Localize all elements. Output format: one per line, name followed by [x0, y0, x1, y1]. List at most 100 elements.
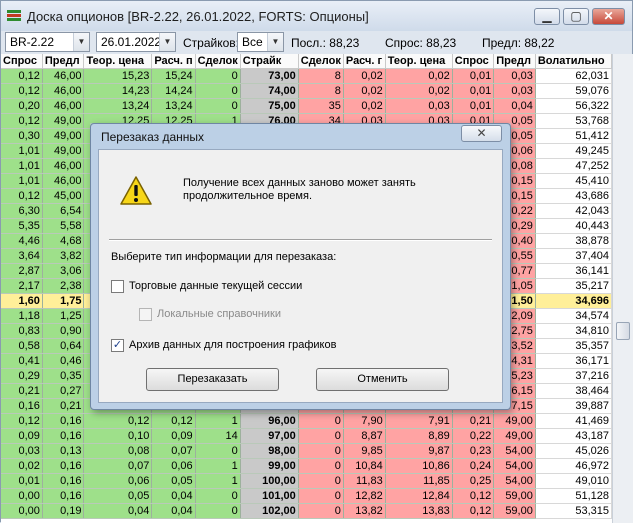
table-cell[interactable]: 0,21 [452, 413, 495, 429]
table-cell[interactable]: 42,043 [535, 203, 612, 219]
table-cell[interactable]: 54,00 [493, 458, 536, 474]
table-cell[interactable]: 8,89 [385, 428, 453, 444]
table-cell[interactable]: 99,00 [240, 458, 299, 474]
table-cell[interactable]: 0,20 [1, 98, 43, 114]
table-cell[interactable]: 9,87 [385, 443, 453, 459]
session-data-label[interactable]: Торговые данные текущей сессии [129, 280, 302, 292]
table-cell[interactable]: 0,03 [1, 443, 43, 459]
table-cell[interactable]: 59,00 [493, 503, 536, 519]
table-cell[interactable]: 0,16 [42, 488, 85, 504]
table-cell[interactable]: 8,87 [343, 428, 386, 444]
table-cell[interactable]: 0,07 [151, 443, 196, 459]
table-cell[interactable]: 0,35 [42, 368, 85, 384]
table-cell[interactable]: 1 [195, 458, 241, 474]
table-cell[interactable]: 0 [298, 503, 344, 519]
table-cell[interactable]: 0 [195, 488, 241, 504]
table-cell[interactable]: 5,35 [1, 218, 43, 234]
close-button[interactable]: ✕ [592, 8, 625, 25]
table-cell[interactable]: 0,02 [343, 83, 386, 99]
table-cell[interactable]: 43,187 [535, 428, 612, 444]
table-cell[interactable]: 40,443 [535, 218, 612, 234]
table-cell[interactable]: 0,16 [42, 458, 85, 474]
table-cell[interactable]: 35,217 [535, 278, 612, 294]
session-data-checkbox[interactable] [111, 280, 124, 293]
table-cell[interactable]: 3,06 [42, 263, 85, 279]
column-header[interactable]: Расч. г [343, 54, 386, 69]
redownload-button[interactable]: Перезаказать [146, 368, 279, 391]
table-cell[interactable]: 0,02 [343, 98, 386, 114]
table-cell[interactable]: 4,68 [42, 233, 85, 249]
table-cell[interactable]: 7,90 [343, 413, 386, 429]
table-cell[interactable]: 49,00 [493, 413, 536, 429]
column-header[interactable]: Теор. цена [83, 54, 153, 69]
table-cell[interactable]: 59,00 [493, 488, 536, 504]
minimize-button[interactable]: ▁ [534, 8, 560, 25]
table-cell[interactable]: 0,04 [83, 503, 153, 519]
table-cell[interactable]: 0,04 [151, 488, 196, 504]
table-cell[interactable]: 6,30 [1, 203, 43, 219]
table-cell[interactable]: 13,82 [343, 503, 386, 519]
table-cell[interactable]: 98,00 [240, 443, 299, 459]
table-cell[interactable]: 0,12 [1, 413, 43, 429]
table-cell[interactable]: 0 [298, 488, 344, 504]
table-cell[interactable]: 10,84 [343, 458, 386, 474]
column-header[interactable]: Спрос [1, 54, 43, 69]
maximize-button[interactable]: ▢ [563, 8, 589, 25]
dialog-close-button[interactable]: ✕ [461, 125, 502, 142]
table-cell[interactable]: 0,01 [452, 98, 495, 114]
table-cell[interactable]: 41,469 [535, 413, 612, 429]
column-header[interactable]: Сделок [298, 54, 344, 69]
table-cell[interactable]: 3,64 [1, 248, 43, 264]
table-cell[interactable]: 37,404 [535, 248, 612, 264]
table-cell[interactable]: 0,16 [42, 413, 85, 429]
table-cell[interactable]: 0,06 [83, 473, 153, 489]
table-cell[interactable]: 2,17 [1, 278, 43, 294]
table-row[interactable]: 0,03 0,13 0,08 0,07 0 98,00 0 9,85 9,87 0,23 54,00… [1, 443, 612, 459]
table-cell[interactable]: 1,25 [42, 308, 85, 324]
column-header[interactable]: Спрос [452, 54, 495, 69]
table-cell[interactable]: 1,01 [1, 143, 43, 159]
table-cell[interactable]: 0,03 [493, 68, 536, 84]
table-cell[interactable]: 0,01 [452, 68, 495, 84]
table-cell[interactable]: 1,01 [1, 158, 43, 174]
table-cell[interactable]: 0,24 [452, 458, 495, 474]
table-cell[interactable]: 14,23 [83, 83, 153, 99]
table-cell[interactable]: 8 [298, 68, 344, 84]
table-cell[interactable]: 0,30 [1, 128, 43, 144]
table-cell[interactable]: 38,464 [535, 383, 612, 399]
table-cell[interactable]: 0,02 [385, 83, 453, 99]
table-cell[interactable]: 1,75 [42, 293, 85, 309]
table-cell[interactable]: 0,27 [42, 383, 85, 399]
vertical-scrollbar[interactable] [612, 54, 633, 523]
local-directories-checkbox[interactable] [139, 308, 152, 321]
column-header[interactable]: Расч. п [151, 54, 196, 69]
date-select[interactable]: 26.01.2022 ▼ [96, 32, 176, 52]
table-cell[interactable]: 0,12 [1, 68, 43, 84]
table-cell[interactable]: 0 [298, 473, 344, 489]
table-cell[interactable]: 34,574 [535, 308, 612, 324]
table-cell[interactable]: 0,07 [83, 458, 153, 474]
table-cell[interactable]: 46,00 [42, 98, 85, 114]
column-header[interactable]: Страйк [240, 54, 299, 69]
table-cell[interactable]: 3,82 [42, 248, 85, 264]
table-cell[interactable]: 0,12 [452, 488, 495, 504]
table-cell[interactable]: 12,84 [385, 488, 453, 504]
table-cell[interactable]: 97,00 [240, 428, 299, 444]
table-cell[interactable]: 36,171 [535, 353, 612, 369]
table-cell[interactable]: 62,031 [535, 68, 612, 84]
table-cell[interactable]: 1,01 [1, 173, 43, 189]
table-cell[interactable]: 0 [195, 83, 241, 99]
table-cell[interactable]: 37,216 [535, 368, 612, 384]
table-cell[interactable]: 0,04 [151, 503, 196, 519]
table-cell[interactable]: 56,322 [535, 98, 612, 114]
table-cell[interactable]: 39,887 [535, 398, 612, 414]
table-cell[interactable]: 0,58 [1, 338, 43, 354]
table-cell[interactable]: 1,60 [1, 293, 43, 309]
table-cell[interactable]: 2,87 [1, 263, 43, 279]
column-header[interactable]: Теор. цена [385, 54, 453, 69]
table-cell[interactable]: 73,00 [240, 68, 299, 84]
table-cell[interactable]: 34,810 [535, 323, 612, 339]
table-cell[interactable]: 0,90 [42, 323, 85, 339]
table-cell[interactable]: 0,22 [452, 428, 495, 444]
table-cell[interactable]: 0,46 [42, 353, 85, 369]
